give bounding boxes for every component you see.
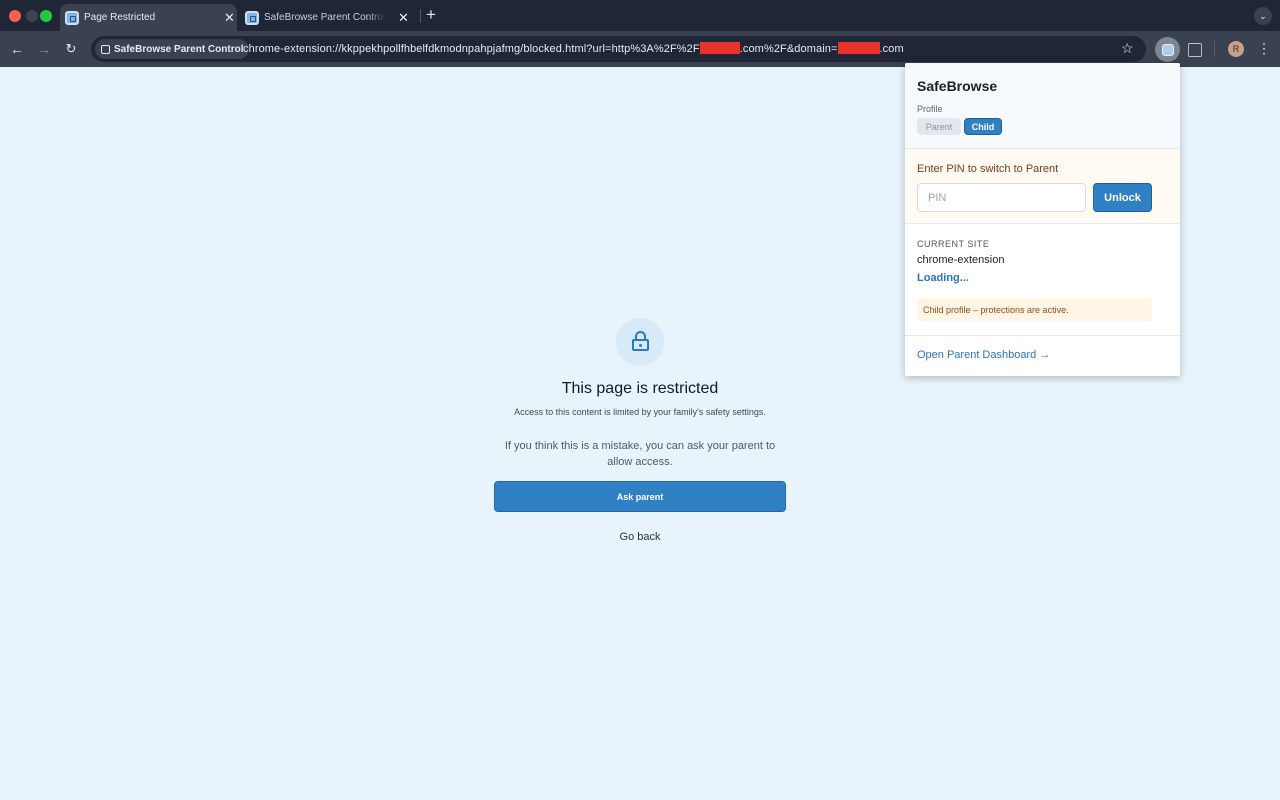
tab-divider: [420, 9, 421, 23]
safebrowse-extension-button[interactable]: [1155, 37, 1180, 62]
url-part: chrome-extension://kkppekhpollfhbelfdkmo…: [243, 43, 700, 55]
close-window-button[interactable]: [9, 10, 21, 22]
profile-option-parent[interactable]: Parent: [917, 118, 961, 135]
back-arrow-icon[interactable]: ←: [8, 40, 26, 58]
tab-page-restricted[interactable]: Page Restricted ✕: [60, 4, 237, 31]
extension-icon: [101, 44, 110, 54]
zoom-window-button[interactable]: [40, 10, 52, 22]
safebrowse-favicon-icon: [65, 10, 79, 25]
url-part: .com: [879, 43, 904, 55]
minimize-window-button[interactable]: [26, 10, 38, 22]
popup-footer: Open Parent Dashboard →: [905, 335, 1180, 376]
protection-notice: Child profile – protections are active.: [917, 298, 1152, 321]
open-dashboard-link[interactable]: Open Parent Dashboard →: [917, 349, 1050, 361]
tab-title: SafeBrowse Parent Control -: [264, 12, 386, 23]
profile-label: Profile: [917, 104, 943, 114]
current-site-label: CURRENT SITE: [917, 239, 990, 249]
pin-section: Enter PIN to switch to Parent Unlock: [905, 149, 1180, 224]
go-back-link[interactable]: Go back: [590, 531, 690, 543]
tab-safebrowse-parent-control[interactable]: SafeBrowse Parent Control - ✕: [240, 4, 417, 31]
more-menu-icon[interactable]: ⋮: [1257, 40, 1271, 57]
address-bar[interactable]: SafeBrowse Parent Control chrome-extensi…: [91, 36, 1146, 62]
site-info-chip[interactable]: SafeBrowse Parent Control: [95, 39, 250, 59]
profile-avatar[interactable]: R: [1228, 41, 1244, 57]
close-tab-icon[interactable]: ✕: [398, 10, 409, 26]
browser-toolbar: ← → ↻ SafeBrowse Parent Control chrome-e…: [0, 31, 1280, 67]
new-tab-button[interactable]: +: [426, 6, 436, 24]
tab-strip: Page Restricted ✕ SafeBrowse Parent Cont…: [0, 0, 1280, 31]
tab-search-button[interactable]: ⌄: [1254, 7, 1272, 25]
current-site-value: chrome-extension: [917, 254, 1005, 266]
pin-prompt: Enter PIN to switch to Parent: [917, 163, 1059, 175]
safebrowse-favicon-icon: [245, 10, 259, 25]
safebrowse-icon: [1161, 43, 1174, 56]
lock-icon-keyhole: [639, 344, 642, 347]
site-status: Loading...: [917, 272, 969, 284]
bookmark-star-icon[interactable]: ☆: [1121, 40, 1134, 57]
unlock-button[interactable]: Unlock: [1093, 183, 1152, 212]
profile-option-child[interactable]: Child: [964, 118, 1002, 135]
redaction-box: [699, 42, 740, 54]
site-chip-label: SafeBrowse Parent Control: [114, 43, 244, 55]
page-title: This page is restricted: [561, 380, 719, 397]
tab-title: Page Restricted: [84, 12, 156, 23]
reload-icon[interactable]: ↻: [62, 40, 80, 58]
redaction-box: [837, 42, 880, 54]
extension-popup: SafeBrowse Profile Parent Child Enter PI…: [905, 63, 1180, 376]
mistake-note: If you think this is a mistake, you can …: [504, 440, 776, 468]
toolbar-divider: [1214, 41, 1215, 57]
forward-arrow-icon[interactable]: →: [35, 40, 53, 58]
popup-header: SafeBrowse Profile Parent Child: [905, 63, 1180, 149]
popup-title: SafeBrowse: [917, 78, 998, 94]
page-subtitle: Access to this content is limited by you…: [514, 407, 766, 417]
url-part: .com%2F&domain=: [739, 43, 838, 55]
extensions-puzzle-icon[interactable]: [1188, 43, 1202, 57]
ask-parent-button[interactable]: Ask parent: [494, 481, 786, 512]
url-text[interactable]: chrome-extension://kkppekhpollfhbelfdkmo…: [243, 42, 904, 55]
pin-input[interactable]: [917, 183, 1086, 212]
close-tab-icon[interactable]: ✕: [224, 10, 235, 26]
